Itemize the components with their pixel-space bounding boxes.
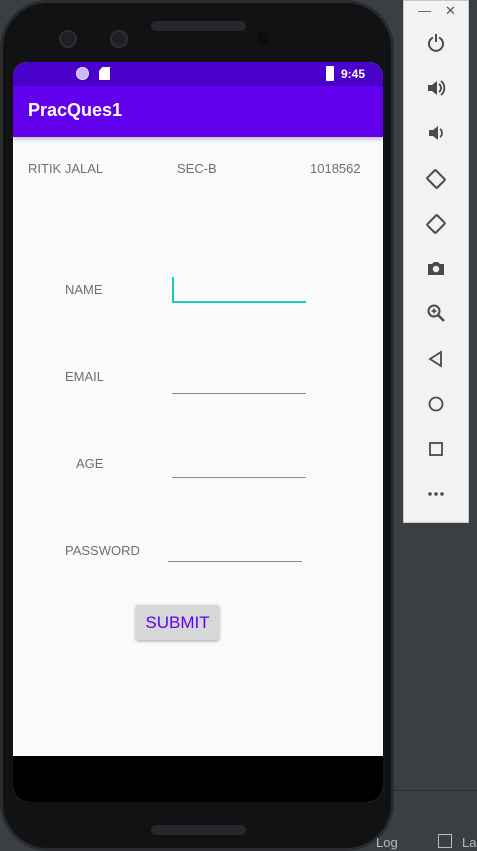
email-label: EMAIL [65,369,105,384]
student-section: SEC-B [177,161,217,176]
status-bar: 9:45 [13,62,383,86]
front-camera-icon [59,30,77,48]
emulator-phone: 9:45 PracQues1 RITIK JALAL SEC-B 1018562… [0,0,394,851]
password-label: PASSWORD [65,543,140,558]
layout-inspector-icon[interactable] [438,834,452,848]
text-cursor [172,277,174,301]
status-time: 9:45 [341,67,366,81]
submit-button[interactable]: SUBMIT [136,605,219,640]
bottom-speaker [151,825,246,835]
volume-up-icon[interactable] [422,78,450,106]
student-name: RITIK JALAL [28,161,104,176]
overview-icon[interactable] [422,438,450,466]
app-bar: PracQues1 [13,86,383,137]
sd-card-icon [99,67,110,80]
minimize-icon[interactable]: — [418,3,431,18]
name-label: NAME [65,282,103,297]
battery-icon [326,66,334,81]
back-icon[interactable] [422,348,450,376]
notification-dot-icon [76,67,89,80]
bottom-bezel [13,756,383,802]
student-roll: 1018562 [310,161,361,176]
device-screen: 9:45 PracQues1 RITIK JALAL SEC-B 1018562… [13,62,383,802]
proximity-sensor [257,32,269,44]
earpiece-speaker [151,21,246,31]
front-camera-icon [110,30,128,48]
app-title: PracQues1 [28,100,123,120]
power-icon[interactable] [422,33,450,61]
ide-bottom-panel: Log La [376,790,477,851]
close-icon[interactable]: ✕ [445,3,456,19]
zoom-icon[interactable] [422,303,450,331]
ide-tab-layout[interactable]: La [462,835,476,850]
password-field[interactable] [168,561,302,562]
age-label: AGE [76,456,104,471]
camera-icon[interactable] [422,258,450,286]
emulator-toolbar: — ✕ [403,0,469,523]
home-icon[interactable] [422,393,450,421]
volume-down-icon[interactable] [422,123,450,151]
email-field[interactable] [172,393,306,394]
ide-tab-log[interactable]: Log [376,835,398,850]
name-field[interactable] [172,301,306,303]
toolbar-titlebar: — ✕ [404,1,468,23]
age-field[interactable] [172,477,306,478]
rotate-left-icon[interactable] [422,168,450,196]
more-icon[interactable] [422,483,450,511]
rotate-right-icon[interactable] [422,213,450,241]
